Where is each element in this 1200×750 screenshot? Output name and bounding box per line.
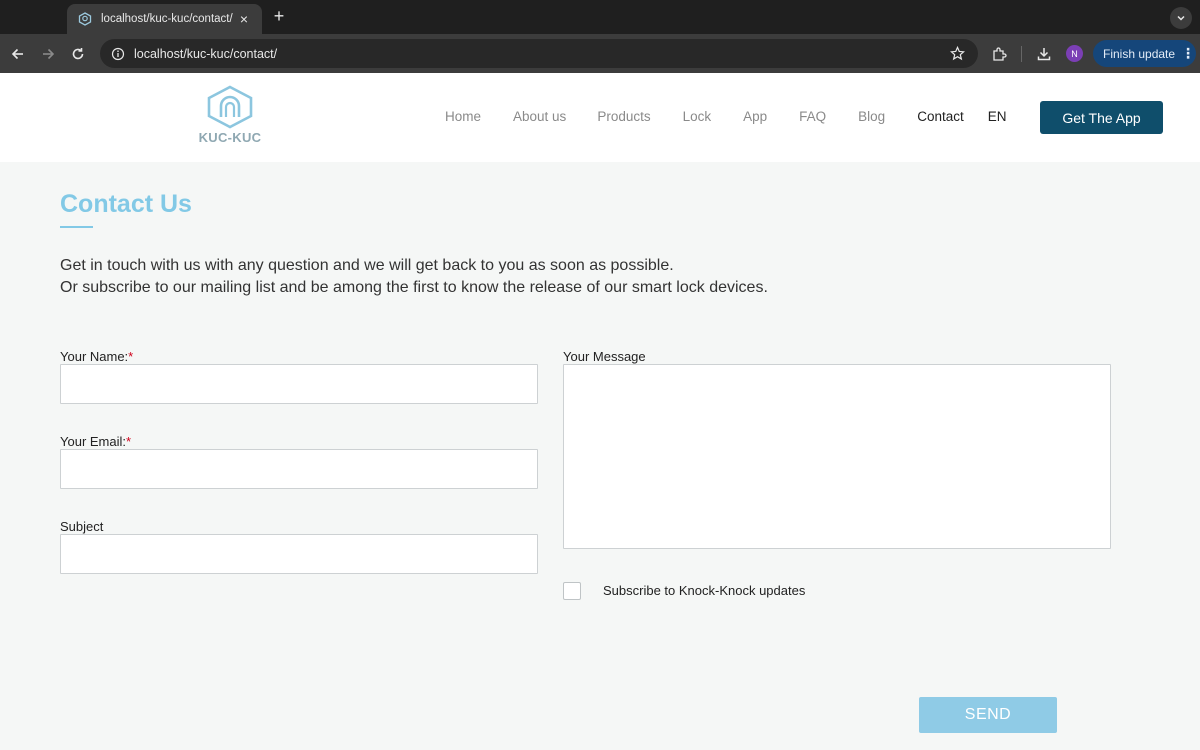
get-the-app-button[interactable]: Get The App	[1040, 101, 1163, 134]
email-label-text: Your Email:	[60, 434, 126, 449]
name-label-text: Your Name:	[60, 349, 129, 364]
profile-avatar[interactable]: N	[1066, 45, 1083, 62]
logo-text: KUC-KUC	[198, 130, 262, 145]
star-icon[interactable]	[948, 45, 966, 63]
nav-faq[interactable]: FAQ	[799, 109, 826, 124]
intro-line-2: Or subscribe to our mailing list and be …	[60, 279, 768, 296]
email-label: Your Email:*	[60, 434, 131, 449]
nav-products[interactable]: Products	[597, 109, 650, 124]
info-icon[interactable]	[110, 46, 126, 62]
name-label: Your Name:*	[60, 349, 133, 364]
intro-text: Get in touch with us with any question a…	[60, 255, 768, 299]
nav-about-us[interactable]: About us	[513, 109, 566, 124]
download-icon[interactable]	[1034, 44, 1054, 64]
nav-blog[interactable]: Blog	[858, 109, 885, 124]
required-mark: *	[126, 434, 132, 449]
nav-contact[interactable]: Contact	[917, 109, 964, 124]
reload-icon[interactable]	[68, 44, 88, 64]
address-bar[interactable]: localhost/kuc-kuc/contact/	[100, 39, 978, 68]
subscribe-checkbox[interactable]	[563, 582, 581, 600]
finish-update-label: Finish update	[1103, 46, 1176, 61]
browser-tab-strip: localhost/kuc-kuc/contact/ × +	[0, 0, 1200, 34]
message-textarea[interactable]	[563, 364, 1111, 549]
required-mark: *	[128, 349, 134, 364]
kuc-kuc-logo-mark	[207, 85, 253, 129]
browser-tab[interactable]: localhost/kuc-kuc/contact/ ×	[67, 4, 262, 34]
toolbar-divider	[1021, 46, 1022, 62]
arrow-right-icon[interactable]	[38, 44, 58, 64]
subject-label: Subject	[60, 519, 104, 534]
email-input[interactable]	[60, 449, 538, 489]
browser-toolbar: localhost/kuc-kuc/contact/ N Finish upda…	[0, 34, 1200, 73]
name-input[interactable]	[60, 364, 538, 404]
subject-input[interactable]	[60, 534, 538, 574]
new-tab-button[interactable]: +	[270, 6, 288, 26]
main-nav: Home About us Products Lock App FAQ Blog…	[445, 109, 1007, 124]
address-url[interactable]: localhost/kuc-kuc/contact/	[134, 47, 948, 61]
title-underline	[60, 226, 93, 228]
nav-home[interactable]: Home	[445, 109, 481, 124]
nav-lock[interactable]: Lock	[683, 109, 712, 124]
page-title: Contact Us	[60, 190, 192, 218]
site-logo[interactable]: KUC-KUC	[198, 85, 262, 149]
message-label: Your Message	[563, 349, 646, 364]
intro-line-1: Get in touch with us with any question a…	[60, 257, 674, 274]
finish-update-button[interactable]: Finish update ⋮	[1093, 40, 1196, 67]
send-button[interactable]: SEND	[919, 697, 1057, 733]
chevron-down-icon[interactable]	[1170, 7, 1192, 29]
subscribe-label[interactable]: Subscribe to Knock-Knock updates	[603, 583, 805, 598]
close-tab-icon[interactable]: ×	[236, 11, 252, 27]
nav-app[interactable]: App	[743, 109, 767, 124]
language-switcher[interactable]: EN	[988, 109, 1007, 124]
site-header: KUC-KUC Home About us Products Lock App …	[0, 73, 1200, 162]
arrow-left-icon[interactable]	[8, 44, 28, 64]
more-menu-icon[interactable]: ⋮	[1180, 45, 1196, 62]
tab-title: localhost/kuc-kuc/contact/	[101, 13, 233, 25]
puzzle-icon[interactable]	[989, 44, 1009, 64]
kuc-kuc-logo-icon	[77, 11, 93, 27]
